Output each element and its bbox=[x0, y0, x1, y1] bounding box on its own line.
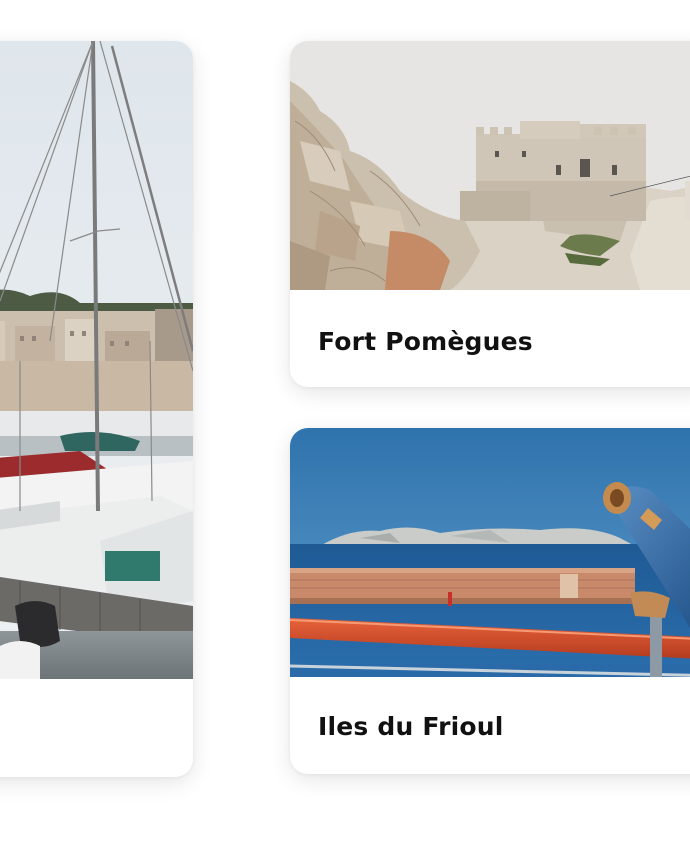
card-title: Iles du Frioul bbox=[318, 712, 504, 741]
harbor-photo bbox=[0, 41, 193, 679]
fort-pomegues-photo bbox=[290, 41, 690, 290]
card-title: Fort Pomègues bbox=[318, 327, 533, 356]
iles-du-frioul-photo bbox=[290, 428, 690, 677]
destination-card-harbor[interactable] bbox=[0, 41, 193, 777]
destination-card-iles-du-frioul[interactable]: Iles du Frioul bbox=[290, 428, 690, 774]
card-carousel: Fort Pomègues Iles du Frioul bbox=[0, 0, 690, 848]
destination-card-fort-pomegues[interactable]: Fort Pomègues bbox=[290, 41, 690, 387]
